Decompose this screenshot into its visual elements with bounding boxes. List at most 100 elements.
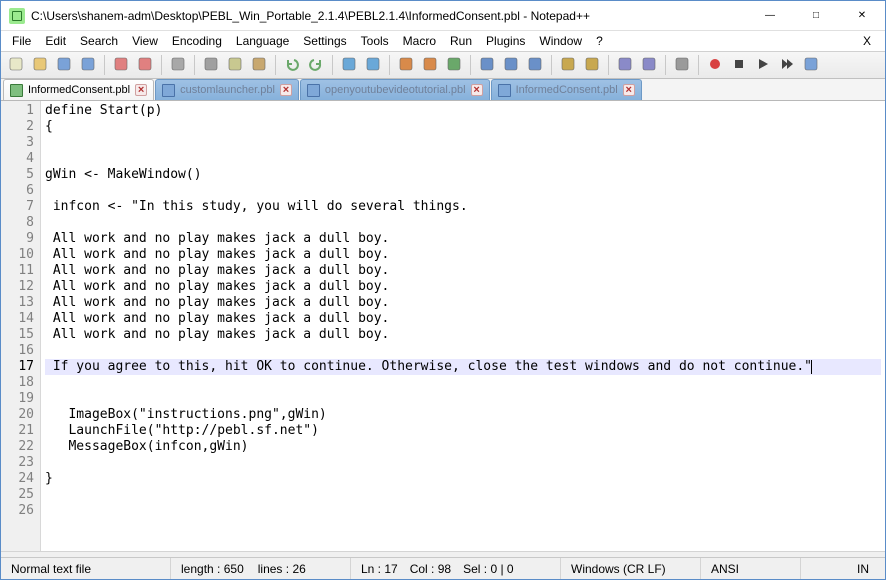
code-line[interactable]: [45, 183, 881, 199]
code-line[interactable]: All work and no play makes jack a dull b…: [45, 327, 881, 343]
print-button[interactable]: [167, 54, 189, 76]
code-line[interactable]: All work and no play makes jack a dull b…: [45, 247, 881, 263]
line-number: 6: [1, 183, 34, 199]
monitor-button[interactable]: [671, 54, 693, 76]
play-multi-button[interactable]: [776, 54, 798, 76]
code-line[interactable]: [45, 135, 881, 151]
save-button[interactable]: [53, 54, 75, 76]
line-number: 21: [1, 423, 34, 439]
close-all-button[interactable]: [134, 54, 156, 76]
menu-item-search[interactable]: Search: [73, 32, 125, 50]
tab-3[interactable]: InformedConsent.pbl×: [491, 79, 642, 100]
close-button[interactable]: [110, 54, 132, 76]
undo-button[interactable]: [281, 54, 303, 76]
status-length: length : 650 lines : 26: [171, 558, 351, 579]
play-button[interactable]: [752, 54, 774, 76]
tab-close-icon[interactable]: ×: [471, 84, 483, 96]
print-icon: [170, 56, 186, 75]
code-line[interactable]: gWin <- MakeWindow(): [45, 167, 881, 183]
menubar-close-doc[interactable]: X: [853, 32, 881, 50]
show-all-button[interactable]: [500, 54, 522, 76]
function-list-button[interactable]: [614, 54, 636, 76]
cut-button[interactable]: [200, 54, 222, 76]
copy-icon: [227, 56, 243, 75]
new-file-button[interactable]: [5, 54, 27, 76]
code-line[interactable]: All work and no play makes jack a dull b…: [45, 311, 881, 327]
code-line[interactable]: All work and no play makes jack a dull b…: [45, 231, 881, 247]
code-line[interactable]: [45, 487, 881, 503]
maximize-button[interactable]: □: [793, 1, 839, 31]
toolbar-separator: [332, 55, 333, 75]
tab-label: openyoutubevideotutorial.pbl: [325, 84, 466, 96]
code-line[interactable]: All work and no play makes jack a dull b…: [45, 295, 881, 311]
url-link[interactable]: http://pebl.sf.net: [162, 423, 303, 438]
menu-item-encoding[interactable]: Encoding: [165, 32, 229, 50]
sync-button[interactable]: [443, 54, 465, 76]
menu-item-settings[interactable]: Settings: [296, 32, 353, 50]
word-wrap-button[interactable]: [476, 54, 498, 76]
find-icon: [341, 56, 357, 75]
line-number: 9: [1, 231, 34, 247]
toolbar-separator: [551, 55, 552, 75]
line-number: 19: [1, 391, 34, 407]
code-line[interactable]: All work and no play makes jack a dull b…: [45, 263, 881, 279]
menu-item-tools[interactable]: Tools: [354, 32, 396, 50]
menu-item-window[interactable]: Window: [532, 32, 589, 50]
menu-item-view[interactable]: View: [125, 32, 165, 50]
line-number: 20: [1, 407, 34, 423]
caret: [811, 360, 812, 374]
menu-item-file[interactable]: File: [5, 32, 38, 50]
code-line[interactable]: {: [45, 119, 881, 135]
code-line[interactable]: LaunchFile("http://pebl.sf.net"): [45, 423, 881, 439]
zoom-in-button[interactable]: [395, 54, 417, 76]
code-line[interactable]: All work and no play makes jack a dull b…: [45, 279, 881, 295]
code-line[interactable]: define Start(p): [45, 103, 881, 119]
menu-item-edit[interactable]: Edit: [38, 32, 73, 50]
zoom-out-button[interactable]: [419, 54, 441, 76]
menu-item-language[interactable]: Language: [229, 32, 296, 50]
code-line[interactable]: [45, 455, 881, 471]
redo-button[interactable]: [305, 54, 327, 76]
save-all-button[interactable]: [77, 54, 99, 76]
code-area[interactable]: define Start(p){ gWin <- MakeWindow() inf…: [41, 101, 885, 551]
paste-button[interactable]: [248, 54, 270, 76]
save-macro-button[interactable]: [800, 54, 822, 76]
stop-icon: [731, 56, 747, 75]
tab-close-icon[interactable]: ×: [135, 84, 147, 96]
indent-guide-button[interactable]: [524, 54, 546, 76]
tab-close-icon[interactable]: ×: [280, 84, 292, 96]
code-line[interactable]: infcon <- "In this study, you will do se…: [45, 199, 881, 215]
code-line[interactable]: MessageBox(infcon,gWin): [45, 439, 881, 455]
stop-button[interactable]: [728, 54, 750, 76]
open-file-button[interactable]: [29, 54, 51, 76]
tab-close-icon[interactable]: ×: [623, 84, 635, 96]
code-line[interactable]: [45, 391, 881, 407]
copy-button[interactable]: [224, 54, 246, 76]
monitor-icon: [674, 56, 690, 75]
minimize-button[interactable]: —: [747, 1, 793, 31]
code-line[interactable]: ImageBox("instructions.png",gWin): [45, 407, 881, 423]
tab-2[interactable]: openyoutubevideotutorial.pbl ×: [300, 79, 490, 100]
menu-item-plugins[interactable]: Plugins: [479, 32, 532, 50]
menu-item-run[interactable]: Run: [443, 32, 479, 50]
code-line[interactable]: [45, 215, 881, 231]
lang-udl-button[interactable]: [557, 54, 579, 76]
code-line[interactable]: }: [45, 471, 881, 487]
tab-0[interactable]: InformedConsent.pbl×: [3, 79, 154, 100]
tab-1[interactable]: customlauncher.pbl×: [155, 79, 299, 100]
line-number: 22: [1, 439, 34, 455]
folder-doc-button[interactable]: [581, 54, 603, 76]
replace-button[interactable]: [362, 54, 384, 76]
menu-item-help[interactable]: ?: [589, 32, 610, 50]
close-button[interactable]: ✕: [839, 1, 885, 31]
close-icon: [113, 56, 129, 75]
find-button[interactable]: [338, 54, 360, 76]
doc-map-button[interactable]: [638, 54, 660, 76]
record-button[interactable]: [704, 54, 726, 76]
code-line[interactable]: [45, 343, 881, 359]
code-line[interactable]: If you agree to this, hit OK to continue…: [45, 359, 881, 375]
menu-item-macro[interactable]: Macro: [396, 32, 443, 50]
code-line[interactable]: [45, 375, 881, 391]
code-line[interactable]: [45, 151, 881, 167]
code-line[interactable]: [45, 503, 881, 519]
